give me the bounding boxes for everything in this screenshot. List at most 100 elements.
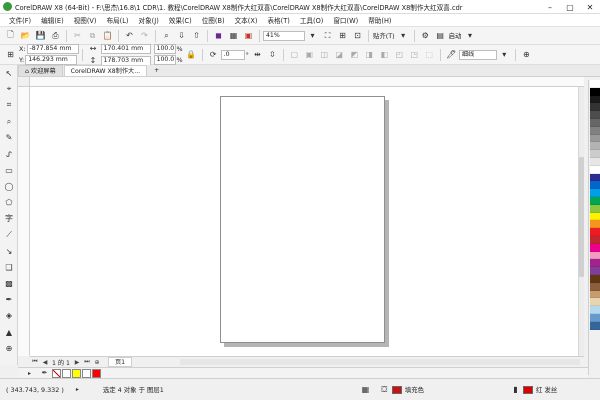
menu-window[interactable]: 窗口(W) [328,15,363,25]
cut-icon[interactable]: ✂ [72,30,83,41]
palette-color-swatch[interactable] [590,274,600,283]
chevron-down-icon[interactable]: ▾ [464,30,475,41]
color-proof-icon[interactable]: ▦ [360,384,371,395]
triangle-right-icon[interactable]: ▸ [72,384,83,395]
undo-icon[interactable]: ↶ [124,30,135,41]
scale-x-field[interactable]: 100.0 [153,44,176,54]
palette-color-swatch[interactable] [590,306,600,314]
lock-ratio-icon[interactable]: 🔒 [186,49,197,60]
triangle-right-icon[interactable]: ▸ [24,368,35,379]
palette-color-swatch[interactable] [590,173,600,182]
ruler-origin[interactable] [18,77,30,87]
palette-color-swatch[interactable] [590,220,600,229]
mirror-vertical-icon[interactable]: ⇳ [267,49,278,60]
interactive-fill-tool-icon[interactable]: ◈ [0,308,18,324]
height-field[interactable]: 178.703 mm [100,55,151,66]
print-icon[interactable]: ⎙ [50,30,61,41]
vertical-ruler[interactable] [18,87,30,356]
full-screen-icon[interactable]: ⛶ [322,30,333,41]
maximize-button[interactable]: ▢ [560,0,580,14]
transparency-tool-icon[interactable]: ▩ [0,275,18,291]
previous-page-icon[interactable]: ◀ [41,358,49,366]
pdf-publish-icon[interactable]: ▣ [243,30,254,41]
snap-to-button[interactable]: 贴齐(T) [373,31,395,40]
drawing-canvas[interactable] [30,87,578,356]
scrollbar-thumb[interactable] [579,157,584,277]
palette-color-swatch[interactable] [590,251,600,260]
menu-layout[interactable]: 布局(L) [101,15,133,25]
palette-color-swatch[interactable] [590,189,600,197]
open-folder-icon[interactable]: 📂 [20,30,31,41]
palette-color-swatch[interactable] [590,259,600,268]
quick-customize-icon[interactable]: ⊕ [521,49,532,60]
document-color-swatch[interactable] [62,368,71,378]
document-page[interactable] [220,96,385,343]
horizontal-scrollbar[interactable] [180,359,580,365]
outline-color-swatch[interactable] [523,385,534,394]
scale-y-field[interactable]: 100.0 [153,55,176,65]
palette-color-swatch[interactable] [590,103,600,112]
palette-color-swatch[interactable] [590,181,600,190]
palette-color-swatch[interactable] [590,134,600,143]
zoom-tool-icon[interactable]: ⌕ [0,114,18,130]
menu-tools[interactable]: 工具(O) [295,15,329,25]
shape-tool-icon[interactable]: ⌖ [0,81,18,97]
palette-color-swatch[interactable] [590,157,600,166]
app-launcher-icon[interactable]: ▦ [228,30,239,41]
palette-color-swatch[interactable] [590,212,600,221]
drop-shadow-tool-icon[interactable]: ❑ [0,259,18,275]
outline-width-select[interactable]: 细线 [458,49,497,60]
minimize-button[interactable]: – [540,0,560,14]
palette-color-swatch[interactable] [590,95,600,104]
ellipse-tool-icon[interactable]: ◯ [0,178,18,194]
pick-tool-icon[interactable]: ↖ [0,65,18,81]
rectangle-tool-icon[interactable]: ▭ [0,162,18,178]
palette-color-swatch[interactable] [590,267,600,275]
palette-color-swatch[interactable] [590,80,600,88]
document-color-swatch[interactable] [72,368,81,378]
y-position-field[interactable]: 146.293 mm [25,55,78,65]
close-button[interactable]: ✕ [580,0,600,14]
smart-fill-tool-icon[interactable]: ▲ [0,324,18,340]
palette-color-swatch[interactable] [590,111,600,119]
intersect-icon[interactable]: ◨ [364,49,375,60]
eyedropper-icon[interactable]: ✒ [39,368,50,379]
mirror-horizontal-icon[interactable]: ⇹ [252,49,263,60]
import-icon[interactable]: ⇩ [176,30,187,41]
chevron-down-icon[interactable]: ▾ [307,30,318,41]
palette-color-swatch[interactable] [590,165,600,174]
width-field[interactable]: 170.401 mm [100,43,151,54]
palette-color-swatch[interactable] [590,126,600,135]
document-color-swatch[interactable] [82,368,91,378]
add-tab-button[interactable]: + [148,65,165,76]
palette-color-swatch[interactable] [590,150,600,158]
palette-color-swatch[interactable] [590,196,600,205]
palette-color-swatch[interactable] [590,313,600,322]
gear-icon[interactable]: ⚙ [420,30,431,41]
palette-color-swatch[interactable] [590,142,600,151]
palette-color-swatch[interactable] [590,235,600,244]
front-minus-back-icon[interactable]: ◰ [394,49,405,60]
weld-icon[interactable]: ◪ [334,49,345,60]
palette-color-swatch[interactable] [590,87,600,96]
simplify-icon[interactable]: ◧ [379,49,390,60]
chevron-down-icon[interactable]: ▾ [499,49,510,60]
save-icon[interactable]: 💾 [35,30,46,41]
polygon-tool-icon[interactable]: ⬠ [0,195,18,211]
menu-bitmaps[interactable]: 位图(B) [197,15,230,25]
first-page-icon[interactable]: ⏮ [31,358,39,366]
menu-view[interactable]: 视图(V) [69,15,102,25]
horizontal-ruler[interactable] [30,77,584,87]
freehand-tool-icon[interactable]: ✎ [0,130,18,146]
options-icon[interactable]: ▤ [435,30,446,41]
redo-icon[interactable]: ↷ [139,30,150,41]
menu-help[interactable]: 帮助(H) [363,15,396,25]
palette-color-swatch[interactable] [590,204,600,213]
page-tab[interactable]: 页1 [108,357,133,367]
connector-tool-icon[interactable]: ↘ [0,243,18,259]
tab-welcome-screen[interactable]: ⌂ 欢迎屏幕 [18,65,63,76]
add-tool-icon[interactable]: ⊕ [0,340,18,356]
menu-effects[interactable]: 效果(C) [164,15,197,25]
menu-file[interactable]: 文件(F) [4,15,36,25]
create-boundary-icon[interactable]: ⬚ [424,49,435,60]
